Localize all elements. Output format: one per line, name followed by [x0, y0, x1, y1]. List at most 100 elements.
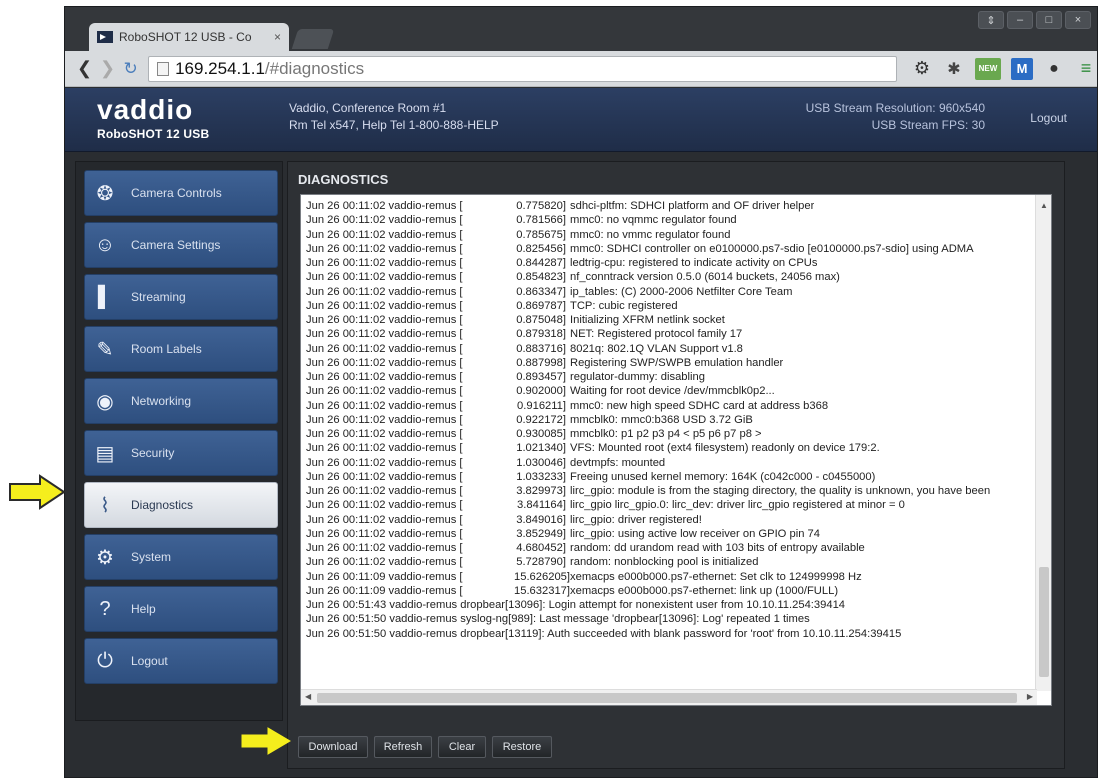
log-timestamp: 0.781566] [516, 214, 566, 227]
log-line: Jun 26 00:11:02 vaddio-remus [1.033233] F… [306, 470, 1030, 484]
clear-button[interactable]: Clear [438, 736, 486, 758]
log-timestamp: 0.883716] [516, 342, 566, 355]
address-bar: ❮ ❯ ↻ 169.254.1.1 /#diagnostics ⚙ ✱ NEW … [65, 51, 1097, 87]
log-timestamp: 0.875048] [516, 314, 566, 326]
log-timestamp: 3.852949] [516, 527, 566, 540]
vertical-scroll-thumb[interactable] [1039, 567, 1049, 677]
vertical-scrollbar[interactable]: ▲ [1035, 195, 1051, 691]
sidebar-item-system[interactable]: ⚙ System [84, 534, 278, 580]
horizontal-scroll-thumb[interactable] [317, 693, 1017, 703]
scroll-right-icon[interactable]: ▶ [1027, 692, 1033, 701]
log-prefix: Jun 26 00:11:02 vaddio-remus [ [306, 299, 463, 312]
brand: vaddio RoboSHOT 12 USB [97, 94, 209, 142]
streaming-icon: ▌ [97, 285, 113, 308]
star-icon[interactable]: ✱ [943, 58, 965, 80]
log-prefix: Jun 26 00:11:09 vaddio-remus [ [306, 570, 463, 583]
log-timestamp: 1.033233] [516, 470, 566, 483]
sidebar-item-help[interactable]: ? Help [84, 586, 278, 632]
log-line: Jun 26 00:11:02 vaddio-remus [3.841164] l… [306, 498, 1030, 512]
circle-extension-icon[interactable]: ● [1043, 58, 1065, 80]
log-prefix: Jun 26 00:11:02 vaddio-remus [ [306, 200, 463, 212]
room-contact: Rm Tel x547, Help Tel 1-800-888-HELP [289, 118, 499, 132]
window-resize-icon[interactable]: ⇕ [978, 11, 1004, 29]
logout-link[interactable]: Logout [1030, 111, 1067, 125]
m-extension-icon[interactable]: M [1011, 57, 1033, 80]
log-line: Jun 26 00:11:02 vaddio-remus [1.030046] d… [306, 456, 1030, 470]
stream-info: USB Stream Resolution: 960x540 USB Strea… [806, 100, 985, 134]
log-lines: Jun 26 00:11:02 vaddio-remus [0.775820] s… [306, 199, 1030, 641]
browser-window: RoboSHOT 12 USB - Co × ⇕ – □ × ❮ ❯ ↻ 169… [64, 6, 1098, 778]
url-input[interactable]: 169.254.1.1 /#diagnostics [148, 55, 897, 82]
sidebar-item-label: Diagnostics [131, 498, 194, 512]
vaddio-favicon-icon [97, 31, 113, 43]
log-line: Jun 26 00:51:50 vaddio-remus syslog-ng[9… [306, 613, 810, 626]
download-button[interactable]: Download [298, 736, 368, 758]
log-prefix: Jun 26 00:11:02 vaddio-remus [ [306, 413, 463, 426]
log-line: Jun 26 00:11:02 vaddio-remus [0.902000] W… [306, 384, 1030, 398]
maximize-icon[interactable]: □ [1036, 11, 1062, 29]
log-timestamp: 0.863347] [516, 285, 566, 298]
close-window-icon[interactable]: × [1065, 11, 1091, 29]
log-message: regulator-dummy: disabling [570, 371, 705, 383]
system-icon: ⚙ [96, 546, 114, 569]
sidebar-item-label: Logout [131, 654, 168, 668]
tab-close-icon[interactable]: × [274, 30, 281, 44]
reload-icon[interactable]: ↻ [119, 59, 142, 79]
page-header: vaddio RoboSHOT 12 USB Vaddio, Conferenc… [65, 88, 1097, 152]
sidebar-item-security[interactable]: ▤ Security [84, 430, 278, 476]
sidebar-item-label: System [131, 550, 172, 564]
gear-icon[interactable]: ⚙ [911, 58, 933, 80]
refresh-button[interactable]: Refresh [374, 736, 432, 758]
log-prefix: Jun 26 00:11:02 vaddio-remus [ [306, 527, 463, 540]
sidebar-item-diagnostics[interactable]: ⌇ Diagnostics [84, 482, 278, 528]
log-timestamp: 3.849016] [516, 513, 566, 526]
minimize-icon[interactable]: – [1007, 11, 1033, 29]
log-prefix: Jun 26 00:11:02 vaddio-remus [ [306, 356, 463, 369]
log-line: Jun 26 00:11:02 vaddio-remus [3.829973] l… [306, 484, 1030, 498]
diagnostics-log[interactable]: Jun 26 00:11:02 vaddio-remus [0.775820] s… [300, 194, 1052, 706]
log-line: Jun 26 00:11:02 vaddio-remus [0.785675] m… [306, 228, 1030, 242]
log-line: Jun 26 00:11:02 vaddio-remus [1.021340] V… [306, 441, 1030, 455]
log-timestamp: 0.930085] [516, 428, 566, 440]
diagnostics-panel: DIAGNOSTICS Jun 26 00:11:02 vaddio-remus… [287, 161, 1065, 769]
log-message: xemacps e000b000.ps7-ethernet: link up (… [570, 584, 839, 597]
scroll-up-icon[interactable]: ▲ [1040, 201, 1048, 210]
log-message: Waiting for root device /dev/mmcblk0p2..… [570, 385, 775, 398]
log-timestamp: 0.902000] [516, 385, 566, 398]
arrow-annotation-download-icon [241, 727, 291, 755]
networking-icon: ◉ [96, 390, 114, 413]
sidebar-item-room-labels[interactable]: ✎ Room Labels [84, 326, 278, 372]
back-arrow-icon[interactable]: ❮ [73, 58, 96, 79]
log-timestamp: 0.887998] [516, 356, 566, 369]
log-prefix: Jun 26 00:11:02 vaddio-remus [ [306, 399, 463, 412]
tab-strip: RoboSHOT 12 USB - Co × ⇕ – □ × [65, 7, 1097, 51]
sidebar-item-logout[interactable]: ⏻ Logout [84, 638, 278, 684]
browser-tab[interactable]: RoboSHOT 12 USB - Co × [89, 23, 289, 51]
new-tab-button[interactable] [291, 29, 335, 49]
log-message: devtmpfs: mounted [570, 456, 666, 469]
vaddio-logo: vaddio [97, 94, 194, 125]
horizontal-scrollbar[interactable]: ◀ ▶ [301, 689, 1037, 705]
log-line: Jun 26 00:11:02 vaddio-remus [3.852949] l… [306, 527, 1030, 541]
log-prefix: Jun 26 00:11:09 vaddio-remus [ [306, 584, 463, 597]
sidebar-item-camera-controls[interactable]: ❂ Camera Controls [84, 170, 278, 216]
log-timestamp: 4.680452] [516, 542, 566, 554]
log-line: Jun 26 00:11:02 vaddio-remus [0.875048] I… [306, 313, 1030, 327]
diagnostics-icon: ⌇ [100, 494, 110, 517]
log-prefix: Jun 26 00:11:02 vaddio-remus [ [306, 542, 463, 554]
log-prefix: Jun 26 00:11:02 vaddio-remus [ [306, 442, 463, 455]
sidebar-item-streaming[interactable]: ▌ Streaming [84, 274, 278, 320]
log-timestamp: 0.825456] [516, 242, 566, 255]
log-line: Jun 26 00:11:02 vaddio-remus [0.775820] s… [306, 199, 1030, 213]
sidebar-item-camera-settings[interactable]: ☺ Camera Settings [84, 222, 278, 268]
log-line: Jun 26 00:11:02 vaddio-remus [0.893457] r… [306, 370, 1030, 384]
forward-arrow-icon[interactable]: ❯ [96, 58, 119, 79]
tab-title: RoboSHOT 12 USB - Co [119, 30, 252, 44]
camera-settings-icon: ☺ [94, 233, 116, 256]
restore-button[interactable]: Restore [492, 736, 552, 758]
sidebar-item-networking[interactable]: ◉ Networking [84, 378, 278, 424]
scroll-left-icon[interactable]: ◀ [305, 692, 311, 701]
menu-icon[interactable]: ≡ [1075, 58, 1097, 80]
url-path: /#diagnostics [264, 58, 365, 78]
new-extension-icon[interactable]: NEW [975, 57, 1001, 80]
